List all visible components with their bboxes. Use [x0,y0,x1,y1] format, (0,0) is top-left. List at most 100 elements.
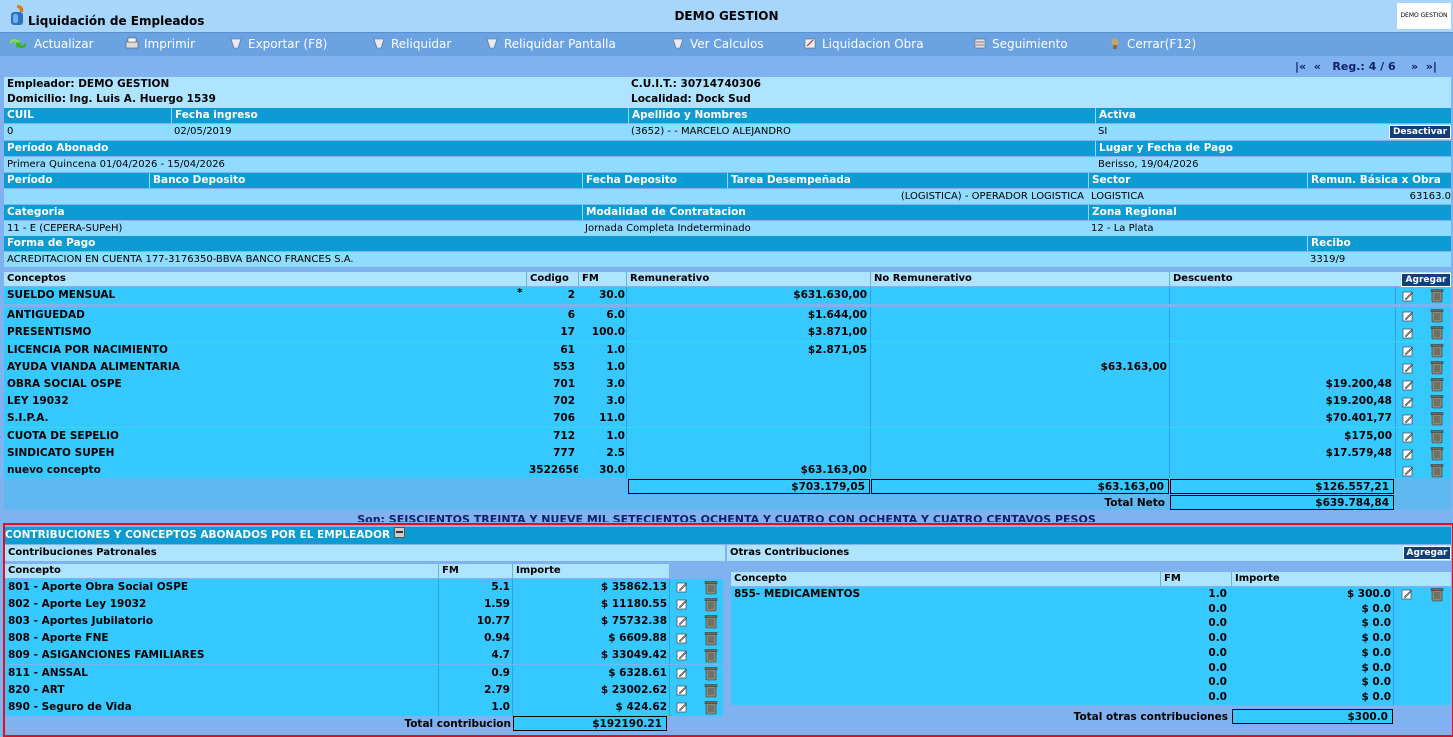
trash-icon[interactable] [704,648,718,663]
otras-concepto-header: Concepto [734,573,787,584]
trash-icon[interactable] [704,597,718,612]
imprimir-button[interactable]: Imprimir [125,37,195,51]
edit-icon[interactable] [1402,345,1414,357]
pat-fm-header: FM [438,564,511,578]
prev-record-button[interactable]: « [1314,60,1321,73]
exportar-button[interactable]: Exportar (F8) [229,37,327,51]
trash-icon[interactable] [1430,429,1444,444]
patronal-row: 801 - Aporte Obra Social OSPE 5.1 $ 35862.… [5,579,723,596]
concept-codigo: 61 [560,344,575,356]
patronal-fm: 2.79 [484,683,510,696]
first-record-button[interactable]: |« [1295,60,1306,73]
edit-icon[interactable] [1402,327,1414,339]
trash-icon[interactable] [704,700,718,715]
trash-icon[interactable] [704,580,718,595]
edit-icon[interactable] [1402,396,1414,408]
reliquidar-pantalla-button[interactable]: Reliquidar Pantalla [485,37,616,51]
concept-name: S.I.P.A. [7,412,49,424]
obra-icon [804,38,816,49]
edit-icon[interactable] [1402,379,1414,391]
edit-icon[interactable] [676,667,688,679]
trash-icon[interactable] [1430,394,1444,409]
otra-importe: $ 0.0 [1361,632,1391,645]
concept-row: OBRA SOCIAL OSPE 701 3.0 $19.200,48 [4,376,1451,393]
patronal-importe: $ 75732.38 [600,615,667,628]
activa-label: Activa [1095,108,1451,123]
next-record-button[interactable]: » [1411,60,1418,73]
trash-icon[interactable] [1430,343,1444,358]
employee-value-row-4: 11 - E (CEPERA-SUPeH) Jornada Completa I… [4,221,1451,236]
reliquidar-button[interactable]: Reliquidar [372,37,451,51]
no-remunerativo-col-header: No Remunerativo [870,272,1168,286]
trash-icon[interactable] [1430,411,1444,426]
edit-icon[interactable] [676,598,688,610]
toolbar-label: Reliquidar Pantalla [504,37,616,51]
edit-icon[interactable] [1402,290,1414,302]
desactivar-button[interactable]: Desactivar [1389,125,1451,139]
edit-icon[interactable] [1402,431,1414,443]
trash-icon[interactable] [1430,377,1444,392]
edit-icon[interactable] [1402,465,1414,477]
trash-icon[interactable] [704,631,718,646]
trash-icon[interactable] [1430,463,1444,478]
patronal-fm: 0.94 [484,632,510,645]
periodo-abonado-value: Primera Quincena 01/04/2026 - 15/04/2026 [7,159,225,170]
otra-fm: 0.0 [1208,646,1227,659]
lugar-pago-label: Lugar y Fecha de Pago [1095,141,1451,156]
trash-icon[interactable] [1430,325,1444,340]
employee-header-row-2: Período Abonado Lugar y Fecha de Pago [4,141,1451,156]
concept-name: ANTIGUEDAD [7,309,85,321]
otra-fm: 1.0 [1208,588,1227,600]
concept-fm: 6.0 [606,309,625,321]
edit-icon[interactable] [676,581,688,593]
patronal-row: 890 - Seguro de Vida 1.0 $ 424.62 [5,698,723,716]
fm-col-header: FM [578,272,626,286]
seguimiento-button[interactable]: Seguimiento [973,37,1068,51]
patronal-concepto: 811 - ANSSAL [8,666,88,679]
employee-header-row-5: Forma de Pago Recibo [4,236,1451,251]
employee-header-row-1: CUIL Fecha ingreso Apellido y Nombres Ac… [4,108,1451,123]
otra-concepto: 855- MEDICAMENTOS [734,588,861,600]
patronal-fm: 10.77 [476,615,510,628]
trash-icon[interactable] [704,614,718,629]
trash-icon[interactable] [704,683,718,698]
edit-icon[interactable] [1402,448,1414,460]
trash-icon[interactable] [1430,360,1444,375]
otra-row: 0.0 $ 0.0 [731,616,1451,632]
last-record-button[interactable]: »| [1426,60,1437,73]
total-otras-value: $300.0 [1232,709,1393,724]
patronales-header: Concepto FM Importe [5,564,669,578]
concept-fm: 11.0 [599,412,625,424]
trash-icon[interactable] [1430,587,1444,602]
concept-row: SINDICATO SUPEH 777 2.5 $17.579,48 [4,445,1451,462]
edit-icon[interactable] [676,701,688,713]
agregar-otras-button[interactable]: Agregar [1403,546,1451,560]
trash-icon[interactable] [1430,308,1444,323]
otra-row: 0.0 $ 0.0 [731,689,1451,705]
otra-fm: 0.0 [1208,602,1227,615]
edit-icon[interactable] [1402,413,1414,425]
edit-icon[interactable] [1402,310,1414,322]
trash-icon[interactable] [704,666,718,681]
actualizar-button[interactable]: Actualizar [7,37,94,51]
edit-icon[interactable] [676,615,688,627]
edit-icon[interactable] [1401,588,1413,600]
otras-importe-header: Importe [1231,572,1393,586]
total-contribucion-label: Total contribucion [404,718,511,730]
edit-icon[interactable] [676,684,688,696]
patronal-row: 811 - ANSSAL 0.9 $ 6328.61 [5,664,723,682]
ver-calculos-button[interactable]: Ver Calculos [671,37,764,51]
agregar-concepto-button[interactable]: Agregar [1401,273,1451,287]
concept-fm: 100.0 [591,326,625,338]
fecha-ingreso-label: Fecha ingreso [171,108,627,123]
edit-icon[interactable] [676,649,688,661]
otra-importe: $ 300.0 [1346,588,1391,600]
trash-icon[interactable] [1430,446,1444,461]
cerrar-button[interactable]: Cerrar(F12) [1108,37,1196,51]
liquidacion-obra-button[interactable]: Liquidacion Obra [803,37,924,51]
patronal-fm: 4.7 [491,649,510,662]
trash-icon[interactable] [1430,288,1444,303]
concept-descuento: $19.200,48 [1325,378,1392,390]
edit-icon[interactable] [1402,362,1414,374]
edit-icon[interactable] [676,632,688,644]
